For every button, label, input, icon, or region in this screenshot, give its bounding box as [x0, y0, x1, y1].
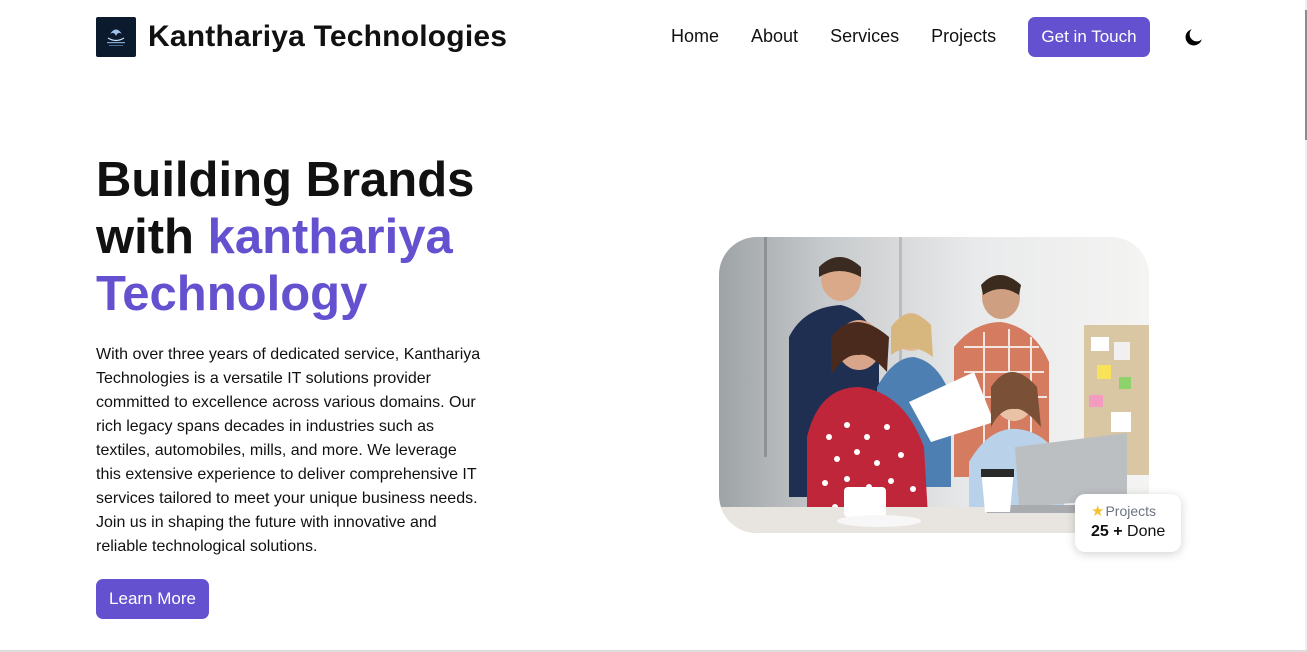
nav-links: Home About Services Projects	[671, 26, 1028, 47]
nav-link-services[interactable]: Services	[830, 26, 899, 47]
navbar: Kanthariya Technologies Home About Servi…	[0, 0, 1305, 74]
badge-label: Projects	[1105, 503, 1157, 519]
hero-team-photo	[719, 237, 1149, 533]
nav-link-home[interactable]: Home	[671, 26, 719, 47]
star-icon: ★	[1091, 502, 1105, 520]
company-logo-icon[interactable]	[96, 17, 136, 57]
nav-link-about[interactable]: About	[751, 26, 798, 47]
hero-title-accent: kanthariya	[207, 210, 453, 264]
projects-badge: ★ Projects 25 + Done	[1075, 494, 1181, 552]
hero-title-accent-line3: Technology	[96, 267, 368, 321]
brand-name[interactable]: Kanthariya Technologies	[148, 20, 507, 54]
moon-icon[interactable]	[1182, 25, 1206, 49]
badge-suffix: Done	[1127, 523, 1166, 540]
nav-link-projects[interactable]: Projects	[931, 26, 996, 47]
get-in-touch-button[interactable]: Get in Touch	[1028, 17, 1150, 57]
badge-count: 25 +	[1091, 523, 1123, 540]
hero-title-with: with	[96, 210, 208, 264]
hero-description: With over three years of dedicated servi…	[96, 346, 481, 555]
hero-title-line1: Building Brands	[96, 153, 475, 207]
learn-more-button[interactable]: Learn More	[96, 579, 209, 619]
hero-title: Building Brands with kanthariya Technolo…	[96, 152, 516, 323]
brand[interactable]: Kanthariya Technologies	[96, 17, 507, 57]
